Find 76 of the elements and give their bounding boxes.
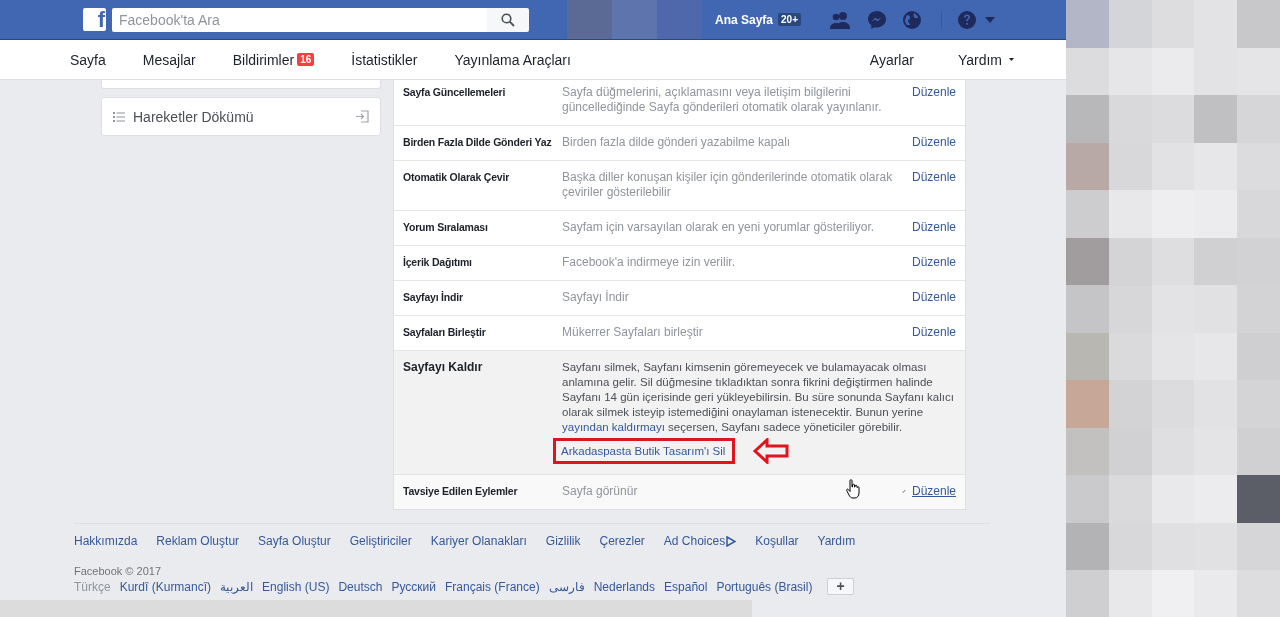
setting-description: Sayfa görünür [562, 484, 638, 498]
page-tab[interactable]: Yayınlama Araçları [454, 51, 571, 68]
messenger-icon[interactable] [867, 9, 887, 30]
edit-link[interactable]: Düzenle [911, 135, 956, 150]
search-button[interactable] [487, 7, 529, 32]
ad-choices-icon [726, 535, 737, 547]
setting-label: Sayfayı İndir [403, 290, 464, 305]
setting-description: Sayfayı İndir [562, 290, 629, 304]
logo[interactable]: f [83, 8, 106, 31]
page-tab[interactable]: Mesajlar [142, 51, 196, 68]
edit-link[interactable]: Düzenle [911, 85, 956, 100]
language-link[interactable]: فارسی [548, 579, 585, 594]
language-link[interactable]: Kurdî (Kurmancî) [119, 579, 212, 594]
setting-label: Sayfayı Kaldır [403, 359, 484, 376]
setting-label: Birden Fazla Dilde Gönderi Yaz [403, 135, 553, 150]
more-languages-button[interactable]: + [827, 578, 854, 595]
arrow-annotation [753, 438, 790, 464]
setting-label: Yorum Sıralaması [403, 220, 489, 235]
caret-icon [1009, 58, 1014, 61]
page-tab[interactable]: Sayfa [70, 51, 106, 68]
caret-icon[interactable] [985, 16, 995, 23]
edit-link[interactable]: Düzenle [911, 220, 956, 235]
edit-link[interactable]: Düzenle [911, 325, 956, 340]
setting-label: Otomatik Olarak Çevir [403, 170, 511, 185]
language-link[interactable]: English (US) [262, 579, 330, 594]
notification-count: 20+ [778, 13, 801, 26]
enter-icon [356, 110, 369, 123]
copyright: Facebook © 2017 [74, 565, 162, 577]
nav-link[interactable]: Ayarlar [869, 51, 914, 68]
footer-link[interactable]: Çerezler [599, 534, 645, 548]
language-link[interactable]: العربية [220, 579, 254, 594]
friends-icon[interactable] [828, 9, 852, 30]
page-tab[interactable]: Bildirimler 16 [232, 51, 315, 68]
setting-description: Birden fazla dilde gönderi yazabilme kapalı [562, 135, 791, 149]
footer-link[interactable]: Geliştiriciler [349, 534, 412, 548]
setting-label: Sayfaları Birleştir [403, 325, 487, 340]
footer-link[interactable]: Hakkımızda [74, 534, 138, 548]
sidebar-item[interactable]: Hareketler Dökümü [101, 97, 381, 136]
footer-link[interactable]: Sayfa Oluştur [258, 534, 331, 548]
setting-description: Başka diller konuşan kişiler için gönderilerinde otomatik olarak çeviriler gösterilebilir [562, 170, 893, 199]
edit-link[interactable]: Düzenle [911, 484, 956, 499]
language-link[interactable]: Русский [391, 579, 436, 594]
footer-link[interactable]: Yardım [817, 534, 856, 548]
setting-label: Tavsiye Edilen Eylemler [403, 484, 519, 499]
language-link[interactable]: Deutsch [338, 579, 383, 594]
delete-page-link[interactable]: Arkadaspasta Butik Tasarım'ı Sil [561, 445, 726, 457]
edit-link[interactable]: Düzenle [911, 170, 956, 185]
setting-description: Facebook'a indirmeye izin verilir. [562, 255, 736, 269]
language-link[interactable]: Español [664, 579, 708, 594]
setting-description: Sayfam için varsayılan olarak en yeni yorumlar gösteriliyor. [562, 220, 875, 234]
notification-count: 16 [297, 53, 315, 66]
edit-link[interactable]: Düzenle [911, 255, 956, 270]
setting-description: Sayfa düğmelerini, açıklamasını veya iletişim bilgilerini güncellediğinde Sayfa gönderileri otomatik olarak yayınlanır. [562, 85, 882, 114]
search-icon [501, 12, 515, 27]
language-link[interactable]: Português (Brasil) [716, 579, 813, 594]
setting-description: seçersen, Sayfanı sadece yöneticiler görebilir. [667, 421, 903, 433]
unpublish-link[interactable]: yayından kaldırmayı [562, 421, 665, 433]
page-tab[interactable]: İstatistikler [351, 51, 418, 68]
list-icon [113, 111, 125, 122]
nav-link[interactable]: Yardım [957, 51, 1014, 68]
footer-link[interactable]: Kariyer Olanakları [430, 534, 527, 548]
footer-link[interactable]: Gizlilik [545, 534, 581, 548]
language-link[interactable]: Français (France) [444, 579, 540, 594]
setting-description: Mükerrer Sayfaları birleştir [562, 325, 703, 339]
search-field[interactable]: Facebook'ta Ara [112, 7, 487, 32]
language-link[interactable]: Nederlands [593, 579, 656, 594]
footer-link[interactable]: Ad Choices [663, 534, 737, 548]
globe-icon[interactable] [902, 9, 922, 30]
help-icon[interactable] [957, 9, 977, 30]
footer-link[interactable]: Koşullar [755, 534, 799, 548]
edit-link[interactable]: Düzenle [911, 290, 956, 305]
footer-link[interactable]: Reklam Oluştur [156, 534, 240, 548]
hand-cursor-icon [846, 479, 860, 499]
setting-label: Sayfa Güncellemeleri [403, 85, 507, 100]
setting-label: İçerik Dağıtımı [403, 255, 473, 270]
home-link[interactable]: Ana Sayfa [715, 12, 774, 27]
